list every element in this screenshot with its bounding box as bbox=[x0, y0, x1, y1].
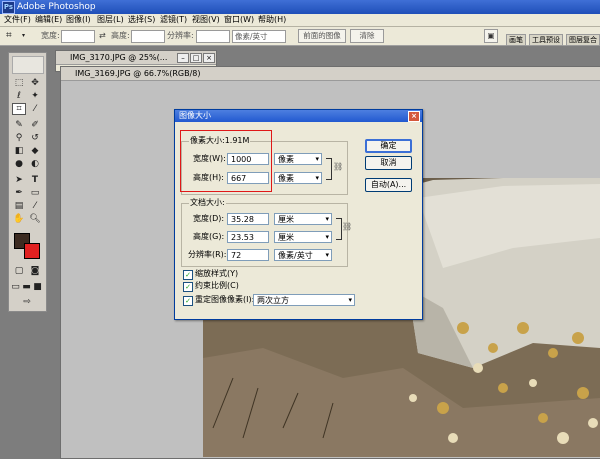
pixel-height-unit-select[interactable]: 像素 ▾ bbox=[274, 172, 322, 184]
crop-tool-icon[interactable]: ⌗ bbox=[6, 30, 12, 42]
marquee-tool-icon[interactable]: ⬚ bbox=[12, 77, 26, 89]
eyedropper-icon[interactable]: ⁄ bbox=[28, 200, 42, 212]
scale-styles-checkbox[interactable]: ✓ bbox=[183, 270, 193, 280]
resample-label: 重定图像像素(I): bbox=[195, 295, 255, 304]
unit-select[interactable]: 像素/英寸 bbox=[232, 30, 286, 43]
healing-brush-icon[interactable]: ✎ bbox=[12, 119, 26, 131]
clone-stamp-icon[interactable]: ⚲ bbox=[12, 132, 26, 144]
doc-width-label: 宽度(D): bbox=[193, 214, 225, 223]
options-bar: ⌗ ▾ 宽度: ⇄ 高度: 分辨率: 像素/英寸 前面的图像 清除 ▣ 画笔 工… bbox=[0, 27, 600, 46]
chain-link-icon: ⛓ bbox=[342, 222, 353, 231]
constrain-proportions-checkbox[interactable]: ✓ bbox=[183, 282, 193, 292]
doc-height-input[interactable]: 23.53 bbox=[227, 231, 269, 243]
resample-method-select[interactable]: 两次立方 ▾ bbox=[253, 294, 355, 306]
close-icon[interactable]: × bbox=[408, 111, 420, 122]
width-label: 宽度: bbox=[41, 31, 60, 40]
slice-tool-icon[interactable]: ⁄ bbox=[28, 103, 42, 115]
scale-styles-label: 缩放样式(Y) bbox=[195, 269, 239, 278]
magic-wand-icon[interactable]: ✦ bbox=[28, 90, 42, 102]
menu-help[interactable]: 帮助(H) bbox=[258, 14, 286, 26]
paint-bucket-icon[interactable]: ◆ bbox=[28, 145, 42, 157]
app-title: Adobe Photoshop bbox=[17, 2, 96, 12]
hand-tool-icon[interactable]: ✋ bbox=[12, 213, 26, 225]
brush-tool-icon[interactable]: ✐ bbox=[28, 119, 42, 131]
resolution-input[interactable]: 72 bbox=[227, 249, 269, 261]
menu-edit[interactable]: 编辑(E) bbox=[35, 14, 62, 26]
menu-window[interactable]: 窗口(W) bbox=[224, 14, 254, 26]
doc-width-unit-select[interactable]: 厘米 ▾ bbox=[274, 213, 332, 225]
tab-tool-presets[interactable]: 工具预设 bbox=[529, 34, 563, 46]
jump-to-imageready-icon[interactable]: ⇨ bbox=[12, 296, 42, 308]
shape-tool-icon[interactable]: ▭ bbox=[28, 187, 42, 199]
doc-width-input[interactable]: 35.28 bbox=[227, 213, 269, 225]
palette-well-icon[interactable]: ▣ bbox=[484, 29, 498, 43]
menu-select[interactable]: 选择(S) bbox=[128, 14, 155, 26]
ok-button[interactable]: 确定 bbox=[365, 139, 412, 153]
chevron-down-icon[interactable]: ▾ bbox=[22, 30, 25, 42]
doc-height-label: 高度(G): bbox=[193, 232, 225, 241]
zoom-tool-icon[interactable]: 🔍︎ bbox=[28, 213, 42, 225]
move-tool-icon[interactable]: ✥ bbox=[28, 77, 42, 89]
tab-brushes[interactable]: 画笔 bbox=[506, 34, 526, 46]
lasso-tool-icon[interactable]: ℓ bbox=[12, 90, 26, 102]
standard-mode-icon[interactable]: ▢ bbox=[12, 265, 26, 277]
minimize-icon[interactable]: – bbox=[177, 53, 189, 63]
screen-mode-2-icon[interactable]: ▬ bbox=[21, 281, 32, 293]
menu-image[interactable]: 图像(I) bbox=[66, 14, 91, 26]
tab-layer-comps[interactable]: 图层复合 bbox=[566, 34, 600, 46]
menu-bar: 文件(F) 编辑(E) 图像(I) 图层(L) 选择(S) 滤镜(T) 视图(V… bbox=[0, 14, 600, 27]
clear-button[interactable]: 清除 bbox=[350, 29, 384, 43]
maximize-icon[interactable]: □ bbox=[190, 53, 202, 63]
resolution-label: 分辨率: bbox=[167, 31, 194, 40]
width-input[interactable] bbox=[61, 30, 95, 43]
photoshop-logo-icon: Ps bbox=[2, 1, 15, 14]
pen-tool-icon[interactable]: ✒ bbox=[12, 187, 26, 199]
dodge-tool-icon[interactable]: ◐ bbox=[28, 158, 42, 170]
menu-view[interactable]: 视图(V) bbox=[192, 14, 220, 26]
screen-mode-3-icon[interactable]: ■ bbox=[32, 281, 43, 293]
auto-button[interactable]: 自动(A)... bbox=[365, 178, 412, 192]
quick-mask-icon[interactable]: ◙ bbox=[28, 265, 42, 277]
notes-tool-icon[interactable]: ▤ bbox=[12, 200, 26, 212]
highlight-box bbox=[180, 130, 272, 192]
toolbox: ⬚ ✥ ℓ ✦ ⌗ ⁄ ✎ ✐ ⚲ ↺ ◧ ◆ ● ◐ ➤ T ✒ ▭ ▤ ⁄ … bbox=[8, 52, 47, 312]
background-color-swatch[interactable] bbox=[24, 243, 40, 259]
front-image-button[interactable]: 前面的图像 bbox=[298, 29, 346, 43]
pixel-link-bracket bbox=[326, 158, 332, 180]
menu-layer[interactable]: 图层(L) bbox=[97, 14, 124, 26]
resolution-label: 分辨率(R): bbox=[188, 250, 227, 259]
chain-link-icon: ⛓ bbox=[333, 162, 344, 171]
photoshop-feather-icon[interactable] bbox=[12, 56, 44, 74]
constrain-proportions-label: 约束比例(C) bbox=[195, 281, 239, 290]
document-title-2[interactable]: IMG_3169.JPG @ 66.7%(RGB/8) bbox=[61, 67, 600, 81]
dialog-title: 图像大小 bbox=[179, 111, 211, 120]
swap-icon[interactable]: ⇄ bbox=[99, 30, 106, 42]
resolution-input[interactable] bbox=[196, 30, 230, 43]
menu-filter[interactable]: 滤镜(T) bbox=[160, 14, 187, 26]
dialog-title-bar: 图像大小 × bbox=[175, 110, 422, 122]
crop-tool-icon[interactable]: ⌗ bbox=[12, 103, 26, 115]
history-brush-icon[interactable]: ↺ bbox=[28, 132, 42, 144]
app-title-bar: Ps Adobe Photoshop bbox=[0, 0, 600, 14]
height-input[interactable] bbox=[131, 30, 165, 43]
blur-tool-icon[interactable]: ● bbox=[12, 158, 26, 170]
resample-checkbox[interactable]: ✓ bbox=[183, 296, 193, 306]
pixel-width-unit-select[interactable]: 像素 ▾ bbox=[274, 153, 322, 165]
eraser-tool-icon[interactable]: ◧ bbox=[12, 145, 26, 157]
resolution-unit-select[interactable]: 像素/英寸 ▾ bbox=[274, 249, 332, 261]
document-size-label: 文档大小: bbox=[189, 198, 226, 208]
path-selection-icon[interactable]: ➤ bbox=[12, 174, 26, 186]
type-tool-icon[interactable]: T bbox=[28, 174, 42, 186]
doc-height-unit-select[interactable]: 厘米 ▾ bbox=[274, 231, 332, 243]
close-icon[interactable]: × bbox=[203, 53, 215, 63]
height-label: 高度: bbox=[111, 31, 130, 40]
cancel-button[interactable]: 取消 bbox=[365, 156, 412, 170]
screen-mode-1-icon[interactable]: ▭ bbox=[10, 281, 21, 293]
menu-file[interactable]: 文件(F) bbox=[4, 14, 31, 26]
